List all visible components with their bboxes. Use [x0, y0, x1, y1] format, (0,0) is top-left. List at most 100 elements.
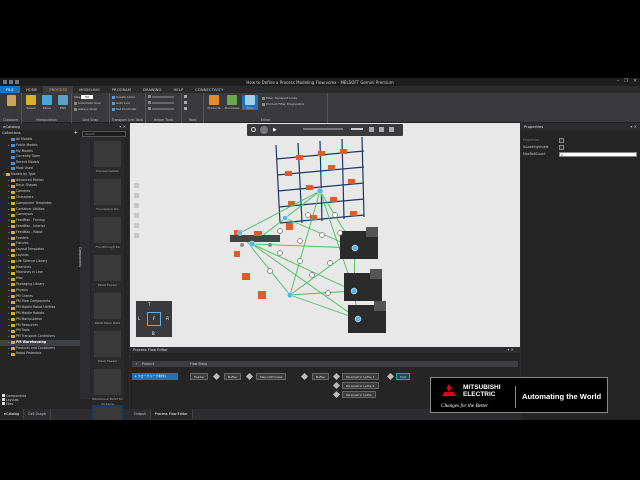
tab-drawing[interactable]: DRAWING — [137, 86, 167, 93]
flow-node-feeder[interactable]: Feeder — [190, 373, 209, 380]
helper-tool-1[interactable] — [148, 95, 174, 98]
tool-b[interactable] — [184, 101, 187, 104]
brand-tagline: Changes for the Better — [441, 403, 489, 409]
tab-help[interactable]: HELP — [167, 86, 189, 93]
model-preview-image — [94, 369, 121, 395]
tab-modeling[interactable]: MODELING — [73, 86, 106, 93]
tools-group: Tools — [182, 93, 204, 123]
flow-node-sink[interactable]: Sink — [396, 373, 411, 380]
flow-button[interactable]: Flow — [242, 95, 258, 110]
flow-node-buffer[interactable]: Buffer — [224, 373, 242, 380]
tab-cell-graph[interactable]: Cell Graph — [24, 409, 51, 419]
model-thumbnail[interactable]: Floorspace Sto — [92, 177, 123, 215]
processes-button[interactable]: Processes — [224, 95, 240, 110]
tab-output[interactable]: Output — [130, 409, 151, 419]
property-checkbox[interactable] — [559, 137, 564, 143]
snap-size-input[interactable]: 50 — [81, 95, 93, 99]
model-thumbnail-label: Pallet Feeder — [97, 283, 118, 287]
model-thumbnail-label: Floorspace Sto — [96, 207, 119, 211]
flow-group-row[interactable]: ▸ フローグループ条件1 — [132, 373, 178, 380]
folder-icon — [11, 265, 15, 269]
create-links-button[interactable]: Create Links — [112, 95, 135, 99]
folder-icon — [11, 335, 15, 339]
automatic-size-check[interactable]: Automatic Size — [74, 101, 101, 105]
model-thumbnail[interactable]: Process Gether — [92, 139, 123, 177]
select-button[interactable]: Select — [24, 95, 38, 110]
auto-link-label: Auto Link — [116, 101, 131, 105]
properties-title-text: Properties — [524, 124, 544, 129]
model-thumbnail[interactable]: Pallet Feeder — [92, 253, 123, 291]
model-thumbnail[interactable]: Pallet Stack Rack — [92, 291, 123, 329]
view-cube-right[interactable]: R — [166, 316, 169, 321]
flow-node-lathe-2[interactable]: Parametric Lathe 2 — [342, 382, 379, 389]
view-cube-bottom[interactable]: B — [152, 331, 155, 336]
always-snap-check[interactable]: Always Snap — [74, 107, 97, 111]
viewport-left-toolbar — [134, 183, 139, 238]
pin-icon[interactable]: ▾ ✕ — [119, 123, 126, 130]
tab-process-flow-editor[interactable]: Process Flow Editor — [150, 409, 193, 419]
view-cube[interactable]: T L R B F — [136, 301, 172, 337]
folder-icon — [6, 173, 10, 177]
connector-icon — [212, 372, 221, 381]
view-cube-front[interactable]: F — [147, 312, 161, 326]
tab-process[interactable]: PROCESS — [43, 86, 74, 93]
create-links-label: Create Links — [116, 95, 135, 99]
model-thumbnail[interactable]: Floorthrough Ra — [92, 215, 123, 253]
close-button[interactable]: ✕ — [633, 79, 637, 84]
filter-transport-links-check[interactable]: Filter Transport Links — [262, 96, 297, 100]
process-flow-editor-title: Process Flow Editor ▾ ✕ — [130, 347, 520, 353]
brand-divider — [515, 386, 516, 408]
pin-icon[interactable]: ▾ ✕ — [630, 123, 637, 130]
helper-tool-2[interactable] — [148, 101, 174, 104]
tree-item[interactable]: ▸ Robot Pedestals — [0, 351, 80, 357]
move-button[interactable]: Move — [40, 95, 54, 110]
product-filter-diagnostics-check[interactable]: Product Filter Diagnostics — [262, 102, 304, 106]
tool-label — [152, 101, 174, 104]
model-thumbnail[interactable]: Warehouse Pallet Shelf — [92, 367, 123, 405]
search-placeholder: Search — [85, 132, 96, 136]
products-button[interactable]: Products — [206, 95, 222, 110]
view-cube-top[interactable]: T — [148, 302, 150, 307]
property-name: MaxBaltCount — [523, 152, 546, 156]
tab-connectivity[interactable]: CONNECTIVITY — [189, 86, 229, 93]
connector-icon — [300, 372, 309, 381]
auto-link-button[interactable]: Auto Link — [112, 101, 130, 105]
view-cube-left[interactable]: L — [138, 316, 140, 321]
add-icon[interactable]: + — [74, 130, 78, 136]
tool-a[interactable] — [184, 95, 187, 98]
folder-icon — [11, 306, 15, 310]
set-controller-button[interactable]: Set Controller — [112, 107, 137, 111]
tab-ecatalog[interactable]: eCatalog — [0, 409, 25, 419]
paste-button[interactable] — [3, 95, 19, 107]
flow-table-header: + Product Flow Steps — [132, 361, 518, 367]
flow-node-lathe-1[interactable]: Parametric Lathe 1 — [342, 373, 379, 380]
model-thumbnail[interactable]: Stack Feeder — [92, 329, 123, 367]
tab-home[interactable]: HOME — [20, 86, 44, 93]
tab-program[interactable]: PROGRAM — [106, 86, 137, 93]
brand-slogan: Automating the World — [522, 392, 602, 401]
snap-size-label: Size — [74, 95, 81, 99]
helper-tool-3[interactable] — [148, 107, 174, 110]
flow-node-buffer-2[interactable]: Buffer — [312, 373, 330, 380]
property-checkbox[interactable] — [559, 144, 564, 150]
group-label: Transport Link Tools — [111, 118, 144, 122]
model-thumbnail[interactable]: Warehouse She — [92, 405, 123, 420]
ecatalog-title-text: eCatalog — [3, 124, 20, 129]
pnp-button[interactable]: PNP — [56, 95, 70, 110]
components-side-tab[interactable]: Components — [78, 137, 90, 399]
pin-icon[interactable]: ▾ ✕ — [507, 347, 514, 353]
3d-viewport[interactable]: ▶ T L R B F — [130, 123, 520, 347]
folder-icon — [11, 242, 15, 246]
minimize-button[interactable]: – — [617, 79, 619, 84]
property-value-input[interactable]: 1 — [559, 151, 637, 157]
tab-file[interactable]: FILE — [0, 86, 20, 93]
clipboard-group: Clipboard — [0, 93, 22, 123]
files-filter[interactable]: Files — [2, 402, 78, 406]
flow-node-manual-process[interactable]: ManualProcess — [256, 373, 287, 380]
tool-c[interactable] — [184, 107, 187, 110]
folder-icon — [11, 190, 15, 194]
flow-node-lathe-3[interactable]: Parametric Lathe — [342, 391, 376, 398]
folder-icon — [11, 254, 15, 258]
maximize-button[interactable]: ❐ — [624, 79, 628, 84]
select-icon — [26, 95, 36, 105]
